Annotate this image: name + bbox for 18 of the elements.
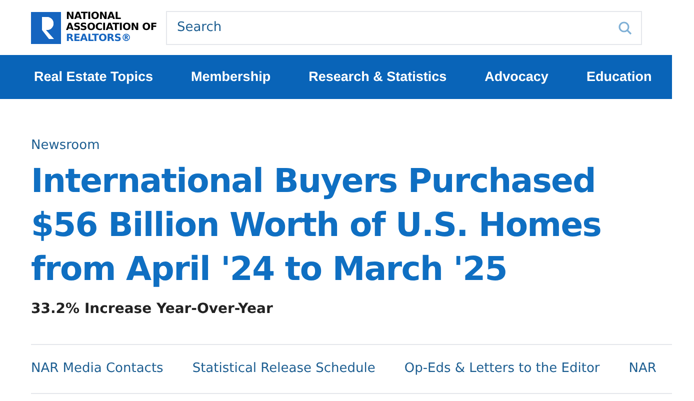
headline: International Buyers Purchased $56 Billion Worth of U.S. Homes from April '24 to March '25 — [31, 160, 602, 290]
subheading: 33.2% Increase Year-Over-Year — [31, 300, 274, 319]
nav-link[interactable]: Real Estate Topics — [34, 66, 154, 88]
nav-link[interactable]: Research & Statistics — [308, 66, 447, 88]
breadcrumb-link[interactable]: Newsroom — [31, 137, 672, 155]
logo-text: ASSOCIATION OF — [66, 22, 157, 33]
search-field[interactable]: Search — [166, 10, 642, 44]
logo-text: NATIONAL — [66, 11, 122, 22]
related-link[interactable]: Statistical Release Schedule — [192, 359, 376, 379]
logo-text: REALTORS® — [66, 33, 132, 44]
search-icon[interactable] — [618, 20, 632, 34]
related-link[interactable]: NAR — [628, 359, 656, 379]
logo-icon — [31, 12, 61, 44]
nav-link[interactable]: Advocacy — [484, 66, 548, 88]
nav-link[interactable]: Membership — [191, 66, 271, 88]
nav-link[interactable]: Education — [586, 66, 652, 88]
related-link[interactable]: NAR Media Contacts — [31, 359, 164, 379]
related-link[interactable]: Op-Eds & Letters to the Editor — [404, 359, 600, 379]
